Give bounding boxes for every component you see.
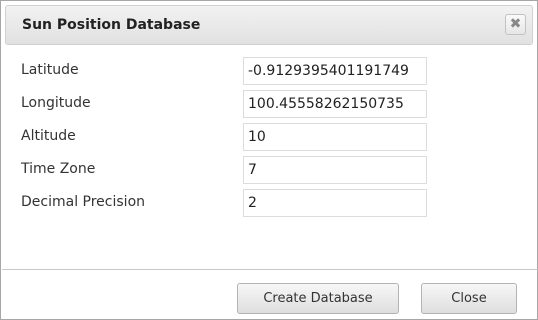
latitude-input[interactable]: -0.9129395401191749 [243, 57, 427, 85]
latitude-value: -0.9129395401191749 [248, 63, 409, 79]
altitude-input[interactable]: 10 [243, 123, 427, 151]
longitude-input[interactable]: 100.45558262150735 [243, 90, 427, 118]
close-icon[interactable]: ✖ [505, 14, 526, 35]
field-row-altitude: Altitude 10 [1, 123, 538, 151]
altitude-value: 10 [248, 129, 266, 145]
field-row-time-zone: Time Zone 7 [1, 156, 538, 184]
dialog-title: Sun Position Database [22, 17, 201, 33]
field-row-decimal-precision: Decimal Precision 2 [1, 189, 538, 217]
decimal-precision-value: 2 [248, 195, 257, 211]
decimal-precision-label: Decimal Precision [21, 194, 146, 210]
time-zone-value: 7 [248, 162, 257, 178]
altitude-label: Altitude [21, 128, 76, 144]
button-bar-divider [2, 269, 538, 270]
latitude-label: Latitude [21, 62, 79, 78]
sun-position-dialog: Sun Position Database ✖ Latitude -0.9129… [0, 0, 538, 320]
dialog-titlebar[interactable]: Sun Position Database ✖ [5, 5, 533, 45]
create-database-button[interactable]: Create Database [237, 283, 399, 314]
decimal-precision-input[interactable]: 2 [243, 189, 427, 217]
longitude-value: 100.45558262150735 [248, 96, 404, 112]
longitude-label: Longitude [21, 95, 91, 111]
field-row-longitude: Longitude 100.45558262150735 [1, 90, 538, 118]
field-row-latitude: Latitude -0.9129395401191749 [1, 57, 538, 85]
time-zone-input[interactable]: 7 [243, 156, 427, 184]
time-zone-label: Time Zone [21, 161, 96, 177]
close-button[interactable]: Close [421, 283, 517, 314]
